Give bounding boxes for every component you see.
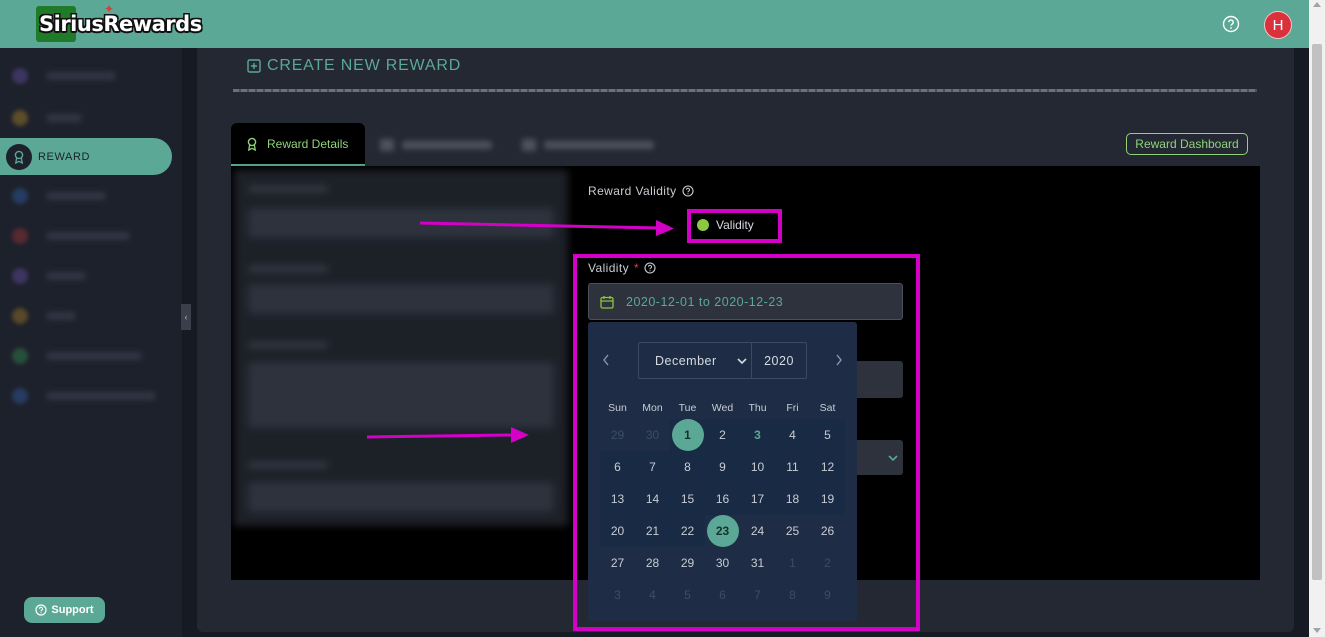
reward-dashboard-button[interactable]: Reward Dashboard (1126, 133, 1248, 155)
tab-blurred[interactable] (522, 123, 654, 166)
tab-label: Reward Details (267, 136, 349, 151)
title-divider (233, 89, 1257, 92)
sidebar-item-blurred[interactable] (0, 377, 172, 414)
annotation-arrow-icon (419, 220, 674, 236)
scroll-up-arrow[interactable] (1313, 2, 1321, 7)
help-icon[interactable] (1222, 15, 1240, 33)
annotation-highlight-box (687, 209, 782, 243)
tab-blurred[interactable] (380, 123, 492, 166)
annotation-highlight-box (573, 254, 920, 631)
plus-square-icon (247, 59, 261, 73)
top-header: SiriusRewards ✦ H (0, 0, 1309, 48)
logo-star-icon: ✦ (104, 2, 115, 16)
sidebar-item-label: REWARD (38, 150, 91, 163)
brand-logo[interactable]: SiriusRewards ✦ (36, 2, 202, 42)
sidebar-item-reward[interactable]: REWARD (0, 138, 172, 175)
support-label: Support (51, 604, 94, 616)
sidebar-item-blurred[interactable] (0, 57, 172, 94)
reward-validity-label: Reward Validity (588, 184, 695, 198)
page-title-text: CREATE NEW REWARD (267, 57, 462, 74)
question-circle-icon[interactable] (682, 185, 695, 197)
sidebar-item-blurred[interactable] (0, 337, 172, 374)
sidebar-collapse-handle[interactable]: ‹ (181, 304, 191, 330)
support-button[interactable]: Support (24, 597, 105, 623)
scroll-thumb[interactable] (1312, 44, 1322, 580)
page-scrollbar[interactable] (1309, 0, 1325, 637)
sidebar-item-blurred[interactable] (0, 217, 172, 254)
tab-reward-details[interactable]: Reward Details (231, 123, 365, 166)
sidebar-item-blurred[interactable] (0, 99, 172, 136)
brand-name: SiriusRewards (39, 12, 202, 36)
sidebar-item-blurred[interactable] (0, 257, 172, 294)
sidebar-item-blurred[interactable] (0, 297, 172, 334)
annotation-arrow-icon (366, 427, 529, 443)
sidebar-item-blurred[interactable] (0, 177, 172, 214)
award-icon (247, 137, 257, 151)
question-circle-icon (35, 604, 48, 616)
scroll-down-arrow[interactable] (1313, 628, 1321, 633)
award-icon (6, 143, 32, 170)
avatar[interactable]: H (1264, 11, 1292, 39)
sidebar: REWARD (0, 48, 182, 637)
page-title: CREATE NEW REWARD (247, 57, 461, 75)
